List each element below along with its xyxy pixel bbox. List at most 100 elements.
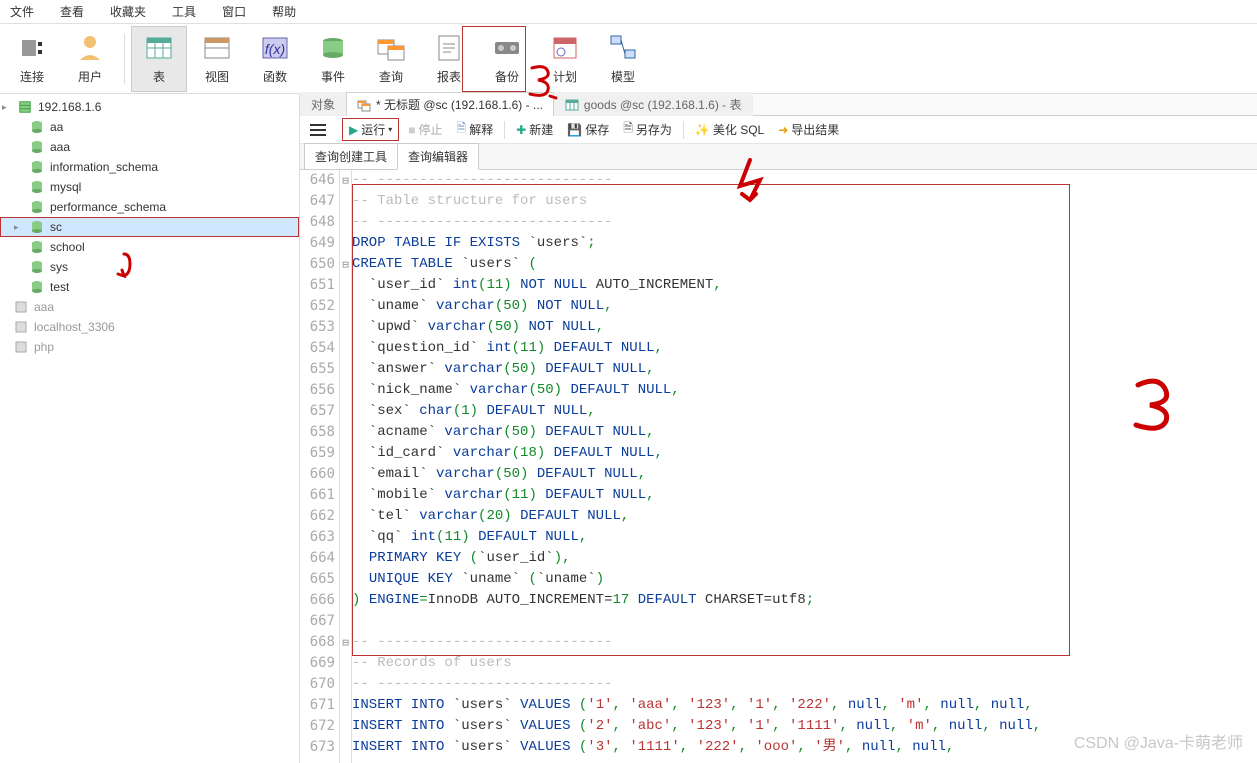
menu-工具[interactable]: 工具: [168, 1, 200, 22]
code-line[interactable]: `mobile` varchar(11) DEFAULT NULL,: [352, 485, 1257, 506]
db-item-sc[interactable]: ▸sc: [0, 217, 299, 237]
tab-table[interactable]: goods @sc (192.168.1.6) - 表: [554, 92, 753, 116]
connection-icon: [14, 320, 28, 334]
code-line[interactable]: -- Table structure for users: [352, 191, 1257, 212]
code-line[interactable]: ) ENGINE=InnoDB AUTO_INCREMENT=17 DEFAUL…: [352, 590, 1257, 611]
code-line[interactable]: `user_id` int(11) NOT NULL AUTO_INCREMEN…: [352, 275, 1257, 296]
conn-label: php: [34, 340, 54, 354]
code-line[interactable]: `answer` varchar(50) DEFAULT NULL,: [352, 359, 1257, 380]
db-item-aaa[interactable]: aaa: [0, 137, 299, 157]
code-line[interactable]: DROP TABLE IF EXISTS `users`;: [352, 233, 1257, 254]
fold-column[interactable]: ⊟⊟⊟: [340, 170, 352, 763]
conn-item-aaa[interactable]: aaa: [0, 297, 299, 317]
database-icon: [30, 180, 44, 194]
code-line[interactable]: CREATE TABLE `users` (: [352, 254, 1257, 275]
db-item-mysql[interactable]: mysql: [0, 177, 299, 197]
code-line[interactable]: `upwd` varchar(50) NOT NULL,: [352, 317, 1257, 338]
toolbar-plan[interactable]: 计划: [537, 26, 593, 92]
database-icon: [30, 260, 44, 274]
sql-editor[interactable]: 6466476486496506516526536546556566576586…: [300, 170, 1257, 763]
sidebar-tree[interactable]: ▸ 192.168.1.6 aaaaainformation_schemamys…: [0, 94, 300, 763]
db-item-information_schema[interactable]: information_schema: [0, 157, 299, 177]
db-item-aa[interactable]: aa: [0, 117, 299, 137]
separator: [124, 34, 125, 84]
tab-normal[interactable]: 对象: [300, 92, 346, 116]
run-button[interactable]: ▶ 运行 ▾: [342, 118, 399, 141]
code-line[interactable]: -- ----------------------------: [352, 632, 1257, 653]
code-line[interactable]: `email` varchar(50) DEFAULT NULL,: [352, 464, 1257, 485]
code-line[interactable]: INSERT INTO `users` VALUES ('2', 'abc', …: [352, 716, 1257, 737]
toolbar-event[interactable]: 事件: [305, 26, 361, 92]
export-icon: ➜: [778, 123, 788, 137]
code-line[interactable]: INSERT INTO `users` VALUES ('1', 'aaa', …: [352, 695, 1257, 716]
saveas-button[interactable]: 🗎 另存为: [618, 116, 677, 143]
expand-icon[interactable]: ▸: [2, 102, 12, 113]
code-line[interactable]: UNIQUE KEY `uname` (`uname`): [352, 569, 1257, 590]
toolbar-model[interactable]: 模型: [595, 26, 651, 92]
save-icon: 💾: [567, 123, 582, 137]
explain-button[interactable]: 🗎 解释: [452, 116, 499, 143]
toolbar-fx[interactable]: f(x)函数: [247, 26, 303, 92]
menu-文件[interactable]: 文件: [6, 1, 38, 22]
toolbar-label: 用户: [78, 68, 102, 85]
new-button[interactable]: ✚ 新建: [511, 118, 558, 141]
code-line[interactable]: [352, 611, 1257, 632]
code-line[interactable]: `acname` varchar(50) DEFAULT NULL,: [352, 422, 1257, 443]
menu-icon[interactable]: [306, 120, 330, 140]
menu-查看[interactable]: 查看: [56, 1, 88, 22]
table-icon: [565, 98, 579, 112]
db-item-school[interactable]: school: [0, 237, 299, 257]
code-content[interactable]: -- ------------------------------ Table …: [352, 170, 1257, 763]
separator: [504, 121, 505, 139]
db-label: test: [50, 280, 69, 294]
connection-icon: [14, 340, 28, 354]
menu-帮助[interactable]: 帮助: [268, 1, 300, 22]
stop-button[interactable]: ■ 停止: [403, 118, 447, 141]
toolbar-label: 连接: [20, 68, 44, 85]
db-item-sys[interactable]: sys: [0, 257, 299, 277]
subtab-builder[interactable]: 查询创建工具: [304, 143, 398, 170]
code-line[interactable]: -- Records of users: [352, 653, 1257, 674]
toolbar-report[interactable]: 报表: [421, 26, 477, 92]
menu-窗口[interactable]: 窗口: [218, 1, 250, 22]
code-line[interactable]: `qq` int(11) DEFAULT NULL,: [352, 527, 1257, 548]
code-line[interactable]: PRIMARY KEY (`user_id`),: [352, 548, 1257, 569]
db-item-performance_schema[interactable]: performance_schema: [0, 197, 299, 217]
table-icon: [143, 32, 175, 64]
code-line[interactable]: `id_card` varchar(18) DEFAULT NULL,: [352, 443, 1257, 464]
dropdown-icon[interactable]: ▾: [388, 125, 392, 134]
toolbar-query[interactable]: 查询: [363, 26, 419, 92]
tab-query[interactable]: * 无标题 @sc (192.168.1.6) - ...: [346, 92, 554, 116]
code-line[interactable]: `uname` varchar(50) NOT NULL,: [352, 296, 1257, 317]
toolbar-user[interactable]: 用户: [62, 26, 118, 92]
toolbar-plug[interactable]: 连接: [4, 26, 60, 92]
code-line[interactable]: INSERT INTO `users` VALUES ('3', '1111',…: [352, 737, 1257, 758]
code-line[interactable]: -- ----------------------------: [352, 170, 1257, 191]
toolbar-label: 函数: [263, 68, 287, 85]
code-line[interactable]: -- ----------------------------: [352, 212, 1257, 233]
code-line[interactable]: `sex` char(1) DEFAULT NULL,: [352, 401, 1257, 422]
subtab-editor[interactable]: 查询编辑器: [397, 143, 479, 170]
run-label: 运行: [361, 121, 385, 138]
database-icon: [30, 200, 44, 214]
toolbar-backup[interactable]: 备份: [479, 26, 535, 92]
beautify-button[interactable]: ✨ 美化 SQL: [690, 118, 769, 141]
conn-item-localhost_3306[interactable]: localhost_3306: [0, 317, 299, 337]
code-line[interactable]: `tel` varchar(20) DEFAULT NULL,: [352, 506, 1257, 527]
toolbar-view[interactable]: 视图: [189, 26, 245, 92]
connection-node[interactable]: ▸ 192.168.1.6: [0, 97, 299, 117]
expand-icon[interactable]: ▸: [14, 222, 24, 233]
export-button[interactable]: ➜ 导出结果: [773, 118, 844, 141]
conn-item-php[interactable]: php: [0, 337, 299, 357]
view-icon: [201, 32, 233, 64]
db-label: aaa: [50, 140, 70, 154]
save-button[interactable]: 💾 保存: [562, 118, 614, 141]
db-item-test[interactable]: test: [0, 277, 299, 297]
menu-收藏夹[interactable]: 收藏夹: [106, 1, 150, 22]
code-line[interactable]: -- ----------------------------: [352, 674, 1257, 695]
code-line[interactable]: `nick_name` varchar(50) DEFAULT NULL,: [352, 380, 1257, 401]
toolbar-table[interactable]: 表: [131, 26, 187, 92]
code-line[interactable]: `question_id` int(11) DEFAULT NULL,: [352, 338, 1257, 359]
workspace: ▸ 192.168.1.6 aaaaainformation_schemamys…: [0, 94, 1257, 763]
sparkle-icon: ✨: [695, 123, 710, 137]
